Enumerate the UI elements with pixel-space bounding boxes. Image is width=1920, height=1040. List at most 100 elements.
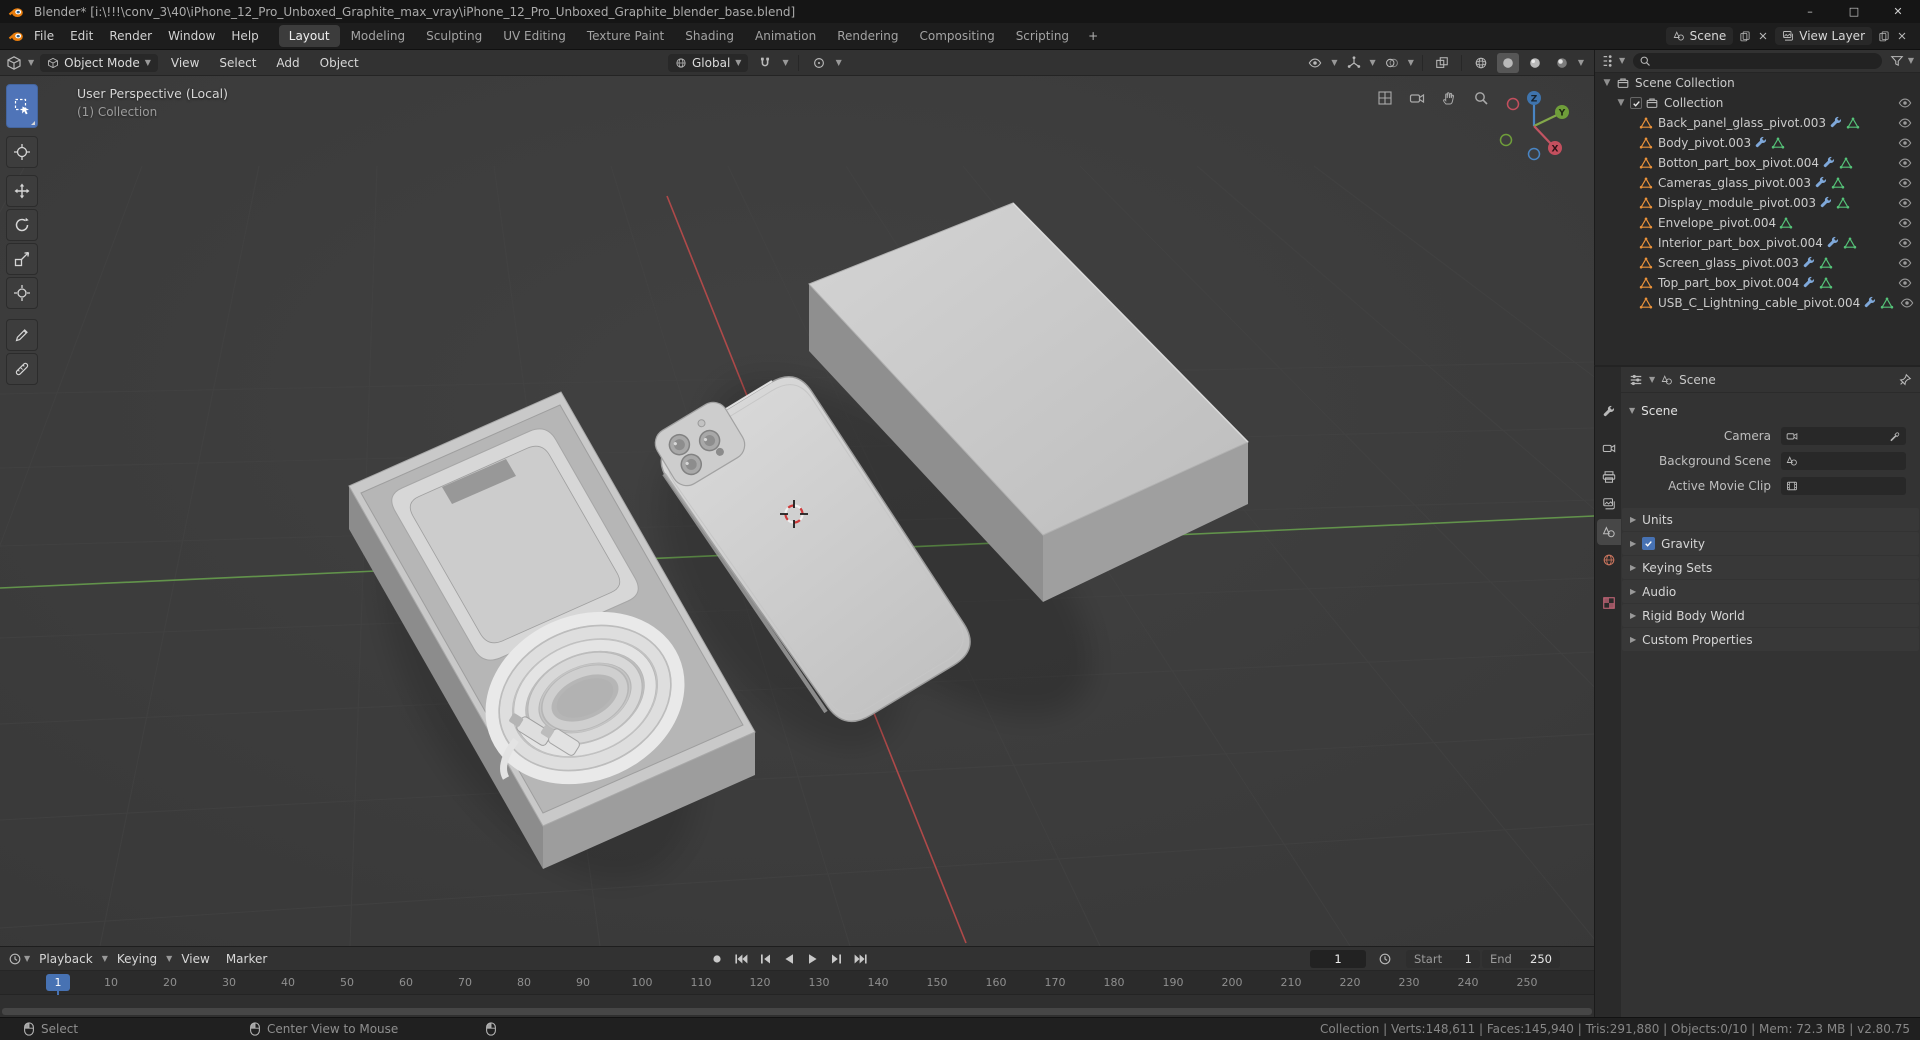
- scene-collection-name[interactable]: Scene Collection: [1633, 76, 1735, 90]
- visibility-eye-icon[interactable]: [1898, 136, 1912, 150]
- proportional-editing-button[interactable]: [808, 53, 830, 73]
- active-movie-clip-field[interactable]: [1781, 476, 1906, 495]
- object-name[interactable]: Display_module_pivot.003: [1656, 196, 1816, 210]
- editor-type-outliner-icon[interactable]: [1601, 54, 1615, 68]
- playhead-badge[interactable]: 1: [46, 974, 70, 991]
- outliner-object-row[interactable]: USB_C_Lightning_cable_pivot.004: [1595, 293, 1920, 313]
- tool-select-box[interactable]: [6, 84, 38, 128]
- visibility-eye-icon[interactable]: [1898, 256, 1912, 270]
- object-name[interactable]: Top_part_box_pivot.004: [1656, 276, 1799, 290]
- tab-world-properties[interactable]: [1597, 547, 1621, 573]
- visibility-chevron-icon[interactable]: ▼: [1331, 58, 1337, 67]
- frame-end-field[interactable]: End 250: [1482, 950, 1560, 968]
- prev-keyframe-button[interactable]: [754, 950, 776, 968]
- viewport-menu-object[interactable]: Object: [313, 54, 366, 72]
- timeline-scrollbar[interactable]: [2, 1008, 1592, 1015]
- frame-start-field[interactable]: Start 1: [1406, 950, 1480, 968]
- preview-range-clock-icon[interactable]: [1378, 952, 1392, 966]
- menu-window[interactable]: Window: [160, 26, 223, 46]
- section-units[interactable]: ▶ Units: [1622, 508, 1919, 531]
- workspace-tab-texture-paint[interactable]: Texture Paint: [577, 25, 674, 47]
- viewport-3d[interactable]: Z Y X User Perspective (Local) (1) Colle…: [0, 76, 1594, 946]
- section-audio[interactable]: ▶ Audio: [1622, 580, 1919, 603]
- play-reverse-button[interactable]: [778, 950, 800, 968]
- pin-icon[interactable]: [1898, 373, 1912, 387]
- outliner-row-collection[interactable]: ▼ Collection: [1595, 93, 1920, 113]
- workspace-tab-compositing[interactable]: Compositing: [909, 25, 1004, 47]
- visibility-eye-icon[interactable]: [1898, 156, 1912, 170]
- outliner-object-row[interactable]: Botton_part_box_pivot.004: [1595, 153, 1920, 173]
- outliner-object-row[interactable]: Screen_glass_pivot.003: [1595, 253, 1920, 273]
- timeline-menu-marker[interactable]: Marker: [219, 950, 274, 968]
- next-keyframe-button[interactable]: [826, 950, 848, 968]
- camera-field[interactable]: [1781, 426, 1906, 445]
- workspace-tab-sculpting[interactable]: Sculpting: [416, 25, 492, 47]
- object-name[interactable]: Cameras_glass_pivot.003: [1656, 176, 1811, 190]
- outliner-object-row[interactable]: Cameras_glass_pivot.003: [1595, 173, 1920, 193]
- tool-annotate[interactable]: [6, 319, 38, 351]
- workspace-tab-scripting[interactable]: Scripting: [1006, 25, 1079, 47]
- disclosure-icon[interactable]: ▼: [1615, 98, 1627, 108]
- outliner-object-row[interactable]: Top_part_box_pivot.004: [1595, 273, 1920, 293]
- tab-view-layer-properties[interactable]: [1597, 491, 1621, 517]
- visibility-eye-icon[interactable]: [1898, 216, 1912, 230]
- outliner-object-row[interactable]: Display_module_pivot.003: [1595, 193, 1920, 213]
- object-name[interactable]: Body_pivot.003: [1656, 136, 1751, 150]
- section-gravity[interactable]: ▶ Gravity: [1622, 532, 1919, 555]
- blender-menu-icon[interactable]: [8, 28, 24, 44]
- menu-edit[interactable]: Edit: [62, 26, 101, 46]
- visibility-eye-icon[interactable]: [1898, 236, 1912, 250]
- filter-funnel-icon[interactable]: [1890, 54, 1904, 68]
- timeline-menu-view[interactable]: View: [174, 950, 216, 968]
- outliner-object-row[interactable]: Back_panel_glass_pivot.003: [1595, 113, 1920, 133]
- scene-selector[interactable]: Scene: [1665, 27, 1734, 45]
- visibility-eye-icon[interactable]: [1898, 96, 1912, 110]
- outliner-object-row[interactable]: Interior_part_box_pivot.004: [1595, 233, 1920, 253]
- outliner-search[interactable]: [1633, 53, 1882, 69]
- xray-toggle-button[interactable]: [1431, 53, 1453, 73]
- section-keying-sets[interactable]: ▶ Keying Sets: [1622, 556, 1919, 579]
- outliner-row-scene-collection[interactable]: ▼ Scene Collection: [1595, 73, 1920, 93]
- play-button[interactable]: [802, 950, 824, 968]
- new-scene-copy-icon[interactable]: [1739, 30, 1751, 42]
- timeline-menu-playback[interactable]: Playback: [32, 950, 100, 968]
- minimize-button[interactable]: –: [1788, 0, 1832, 23]
- transform-orientation-dropdown[interactable]: Global ▼: [668, 53, 749, 72]
- visibility-eye-icon[interactable]: [1900, 296, 1914, 310]
- editor-type-viewport-icon[interactable]: [6, 55, 22, 71]
- timeline-track-area[interactable]: [0, 995, 1594, 1017]
- viewport-menu-add[interactable]: Add: [269, 54, 306, 72]
- shading-rendered-button[interactable]: [1551, 53, 1573, 73]
- workspace-tab-uv-editing[interactable]: UV Editing: [493, 25, 576, 47]
- outliner-object-row[interactable]: Body_pivot.003: [1595, 133, 1920, 153]
- workspace-tab-layout[interactable]: Layout: [278, 25, 340, 47]
- workspace-tab-shading[interactable]: Shading: [675, 25, 744, 47]
- menu-file[interactable]: File: [26, 26, 62, 46]
- tab-render-properties[interactable]: [1597, 435, 1621, 461]
- object-name[interactable]: Interior_part_box_pivot.004: [1656, 236, 1823, 250]
- remove-view-layer-icon[interactable]: [1896, 30, 1908, 42]
- section-custom-properties[interactable]: ▶ Custom Properties: [1622, 628, 1919, 651]
- tab-tool-properties[interactable]: [1597, 399, 1621, 425]
- section-rigid-body-world[interactable]: ▶ Rigid Body World: [1622, 604, 1919, 627]
- collection-name[interactable]: Collection: [1662, 96, 1723, 110]
- viewport-menu-view[interactable]: View: [164, 54, 206, 72]
- object-name[interactable]: Screen_glass_pivot.003: [1656, 256, 1799, 270]
- disclosure-icon[interactable]: ▼: [1601, 78, 1613, 88]
- menu-help[interactable]: Help: [223, 26, 266, 46]
- workspace-tab-modeling[interactable]: Modeling: [341, 25, 416, 47]
- mode-dropdown[interactable]: Object Mode ▼: [40, 53, 158, 72]
- tab-scene-properties[interactable]: [1597, 519, 1621, 545]
- menu-render[interactable]: Render: [101, 26, 160, 46]
- maximize-button[interactable]: □: [1832, 0, 1876, 23]
- jump-to-start-button[interactable]: [730, 950, 752, 968]
- tool-cursor[interactable]: [6, 136, 38, 168]
- view-layer-selector[interactable]: View Layer: [1775, 27, 1872, 45]
- snap-settings-chevron-icon[interactable]: ▼: [782, 58, 788, 67]
- shading-solid-button[interactable]: [1496, 52, 1519, 73]
- tool-transform[interactable]: [6, 277, 38, 309]
- tab-texture-properties[interactable]: [1597, 590, 1621, 616]
- new-view-layer-copy-icon[interactable]: [1878, 30, 1890, 42]
- editor-type-timeline-icon[interactable]: [8, 952, 22, 966]
- outliner-object-row[interactable]: Envelope_pivot.004: [1595, 213, 1920, 233]
